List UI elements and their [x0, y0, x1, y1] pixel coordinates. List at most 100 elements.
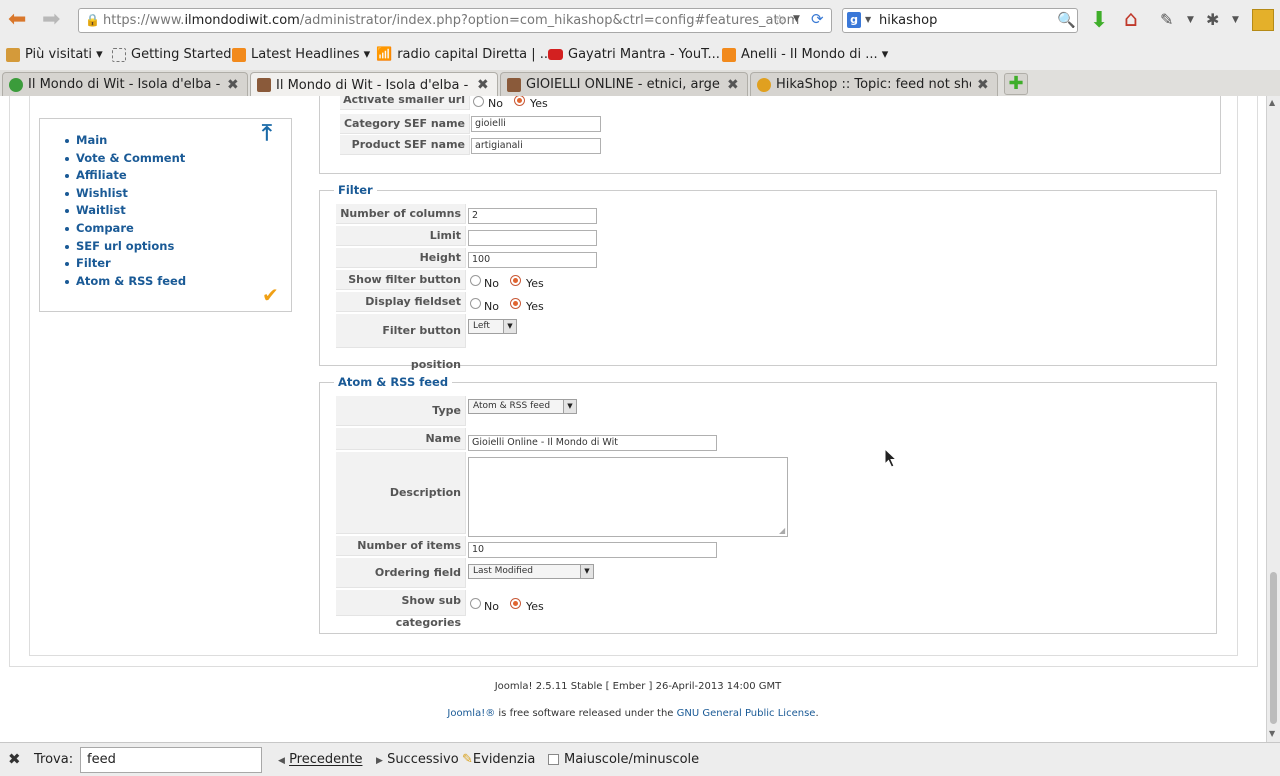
bookmark-label: radio capital Diretta | ...	[397, 47, 553, 62]
activate-url-yes-radio[interactable]	[514, 96, 525, 106]
search-bar[interactable]: g ▼ hikashop 🔍	[842, 8, 1078, 33]
bookmark-most-visited[interactable]: Più visitati ▾	[6, 47, 103, 62]
sef-fieldset: Activate smaller url No Yes Category SEF…	[319, 96, 1221, 174]
tools-dropdown-icon[interactable]: ▼	[1187, 15, 1194, 25]
display-fieldset-yes-radio[interactable]	[510, 298, 521, 309]
tab-1[interactable]: Il Mondo di Wit - Isola d'elba - A... ✖	[2, 72, 248, 96]
columns-input[interactable]: 2	[468, 208, 597, 224]
scroll-top-arrow-icon[interactable]: ⤒	[262, 121, 272, 146]
match-case-checkbox[interactable]: Maiuscole/minuscole	[548, 752, 699, 767]
subcat-no-radio[interactable]	[470, 598, 481, 609]
height-input[interactable]: 100	[468, 252, 597, 268]
footer-version: Joomla! 2.5.11 Stable [ Ember ] 26-April…	[494, 681, 782, 692]
rss-icon	[232, 47, 246, 62]
close-icon[interactable]: ✖	[477, 78, 491, 92]
scroll-up-arrow-icon[interactable]: ▲	[1269, 98, 1275, 107]
activate-url-label: Activate smaller url	[340, 96, 470, 110]
menu-item-compare[interactable]: Compare	[64, 220, 186, 238]
show-filter-button-yes-radio[interactable]	[510, 275, 521, 286]
items-label: Number of items	[336, 536, 466, 556]
menu-item-sef-url[interactable]: SEF url options	[64, 238, 186, 256]
radio-label: No	[484, 600, 499, 613]
tab-4[interactable]: HikaShop :: Topic: feed not sho... ✖	[750, 72, 998, 96]
scroll-down-arrow-icon[interactable]: ▼	[1269, 729, 1275, 738]
engine-dropdown-icon[interactable]: ▼	[865, 15, 871, 24]
bookmark-label: Più visitati ▾	[25, 47, 103, 62]
columns-label: Number of columns	[336, 204, 466, 224]
bookmark-anelli[interactable]: Anelli - Il Mondo di ... ▾	[722, 47, 888, 62]
history-dropdown-icon[interactable]: ▼	[793, 14, 800, 24]
menu-item-wishlist[interactable]: Wishlist	[64, 185, 186, 203]
menu-item-main[interactable]: Main	[64, 132, 186, 150]
select-value: Left	[473, 321, 490, 331]
menu-item-vote-comment[interactable]: Vote & Comment	[64, 150, 186, 168]
show-filter-button-no-radio[interactable]	[470, 275, 481, 286]
scrollbar-thumb[interactable]	[1270, 572, 1277, 724]
feed-type-select[interactable]: Atom & RSS feed ▼	[468, 399, 577, 414]
resize-grip-icon[interactable]: ◢	[779, 526, 785, 535]
tab-title: Il Mondo di Wit - Isola d'elba - A...	[276, 77, 471, 93]
bookmark-radio-capital[interactable]: 📶 radio capital Diretta | ...	[376, 47, 552, 62]
navigation-toolbar: ⬅ ➡ 🔒 https://www.ilmondodiwit.com/admin…	[0, 0, 1280, 42]
search-input[interactable]: hikashop	[879, 13, 937, 28]
feed-description-textarea[interactable]	[468, 457, 788, 537]
activate-url-no-radio[interactable]	[473, 96, 484, 107]
limit-input[interactable]	[468, 230, 597, 246]
display-fieldset-no-radio[interactable]	[470, 298, 481, 309]
menu-item-filter[interactable]: Filter	[64, 255, 186, 273]
subcat-yes-radio[interactable]	[510, 598, 521, 609]
tab-2[interactable]: Il Mondo di Wit - Isola d'elba - A... ✖	[250, 72, 498, 97]
rss-icon	[722, 47, 736, 62]
feed-name-input[interactable]: Gioielli Online - Il Mondo di Wit	[468, 435, 717, 451]
limit-label: Limit	[336, 226, 466, 246]
menu-item-waitlist[interactable]: Waitlist	[64, 202, 186, 220]
highlighter-icon: ✎	[462, 752, 473, 767]
download-icon[interactable]: ⬇	[1090, 8, 1108, 33]
close-icon[interactable]: ✖	[227, 78, 241, 92]
addon-dropdown-icon[interactable]: ▼	[1232, 15, 1239, 25]
checkbox-box[interactable]	[548, 754, 559, 765]
highlight-button[interactable]: ✎Evidenzia	[462, 752, 535, 767]
bookmark-latest-headlines[interactable]: Latest Headlines ▾	[232, 47, 370, 62]
close-find-icon[interactable]: ✖	[8, 750, 21, 768]
find-previous-button[interactable]: ◀ Precedente	[278, 752, 362, 767]
bookmark-label: Getting Started	[131, 47, 232, 62]
menu-item-atom-rss[interactable]: Atom & RSS feed	[64, 273, 186, 291]
category-sef-input[interactable]: gioielli	[471, 116, 601, 132]
menu-item-affiliate[interactable]: Affiliate	[64, 167, 186, 185]
license-end: .	[815, 708, 819, 719]
home-icon[interactable]: ⌂	[1124, 7, 1138, 32]
site-icon	[507, 77, 521, 92]
feed-items-input[interactable]: 10	[468, 542, 717, 558]
ordering-select[interactable]: Last Modified ▼	[468, 564, 594, 579]
site-icon	[257, 78, 271, 92]
tab-3[interactable]: GIOIELLI ONLINE - etnici, argen... ✖	[500, 72, 748, 96]
mouse-cursor-icon	[884, 448, 898, 468]
config-side-menu: Main Vote & Comment Affiliate Wishlist W…	[39, 118, 292, 312]
filter-position-select[interactable]: Left ▼	[468, 319, 517, 334]
new-tab-plus-icon[interactable]: ✚	[1004, 73, 1028, 95]
meter-icon[interactable]	[1252, 9, 1274, 31]
addon-icon[interactable]: ✱	[1206, 10, 1219, 29]
reload-icon[interactable]: ⟳	[811, 10, 824, 28]
bookmark-label: Anelli - Il Mondo di ... ▾	[741, 47, 889, 62]
url-bar[interactable]: 🔒 https://www.ilmondodiwit.com/administr…	[78, 8, 832, 33]
forward-arrow-icon[interactable]: ➡	[42, 9, 60, 31]
back-arrow-icon[interactable]: ⬅	[8, 9, 26, 31]
google-icon[interactable]: g	[847, 12, 861, 28]
product-sef-input[interactable]: artigianali	[471, 138, 601, 154]
license-text: is free software released under the	[495, 708, 677, 719]
bookmark-getting-started[interactable]: Getting Started	[112, 47, 232, 62]
youtube-icon	[548, 49, 563, 60]
joomla-link[interactable]: Joomla!®	[447, 708, 495, 719]
find-next-button[interactable]: ▶ Successivo	[376, 752, 459, 767]
bookmark-star-icon[interactable]: ☆	[773, 11, 786, 29]
search-icon[interactable]: 🔍	[1057, 11, 1076, 29]
gpl-link[interactable]: GNU General Public License	[677, 708, 816, 719]
tools-icon[interactable]: ✎	[1160, 10, 1173, 29]
bookmark-gayatri-mantra[interactable]: Gayatri Mantra - YouT...	[548, 47, 720, 62]
close-icon[interactable]: ✖	[727, 78, 741, 92]
find-input[interactable]: feed	[80, 747, 262, 773]
close-icon[interactable]: ✖	[977, 78, 991, 92]
page-scrollbar[interactable]: ▲ ▼	[1266, 96, 1280, 742]
